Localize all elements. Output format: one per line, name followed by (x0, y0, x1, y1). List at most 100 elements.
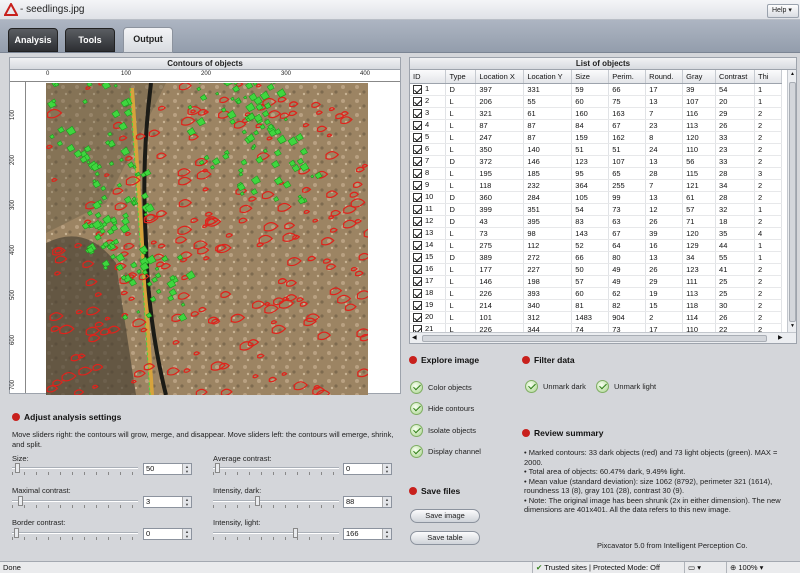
zoom-control[interactable]: ⊕ 100% ▾ (726, 562, 800, 573)
id-cell[interactable]: 2 (410, 95, 447, 108)
table-row[interactable]: 13 L 73 98 143 67 39 120 35 4 (410, 227, 782, 240)
int-dark-spinbox[interactable]: 88 ▲ ▼ (343, 496, 392, 508)
save-image-button[interactable]: Save image (410, 509, 480, 523)
display-channel-option[interactable]: Display channel (410, 445, 481, 458)
border-contrast-slider[interactable] (12, 526, 138, 540)
table-row[interactable]: 3 L 321 61 160 163 7 116 29 2 (410, 107, 782, 120)
row-checkbox[interactable] (413, 204, 422, 214)
table-row[interactable]: 8 L 195 185 95 65 28 115 28 3 (410, 167, 782, 180)
id-cell[interactable]: 14 (410, 239, 447, 252)
id-cell[interactable]: 7 (410, 155, 447, 168)
scroll-up-icon[interactable]: ▲ (789, 71, 796, 79)
id-cell[interactable]: 1 (410, 83, 447, 96)
row-checkbox[interactable] (413, 156, 422, 166)
row-checkbox[interactable] (413, 228, 422, 238)
id-cell[interactable]: 11 (410, 203, 447, 216)
table-row[interactable]: 18 L 226 393 60 62 19 113 25 2 (410, 287, 782, 300)
table-row[interactable]: 6 L 350 140 51 51 24 110 23 2 (410, 143, 782, 156)
column-header[interactable]: Location X (475, 70, 525, 84)
horizontal-scrollbar[interactable]: ◀ ▶ (410, 332, 796, 343)
id-cell[interactable]: 19 (410, 299, 447, 312)
help-button[interactable]: Help ▾ (767, 4, 799, 18)
table-row[interactable]: 7 D 372 146 123 107 13 56 33 2 (410, 155, 782, 168)
tab-tools[interactable]: Tools (65, 28, 115, 52)
id-cell[interactable]: 13 (410, 227, 447, 240)
horizontal-scroll-thumb[interactable] (422, 335, 767, 342)
table-row[interactable]: 5 L 247 87 159 162 8 120 33 2 (410, 131, 782, 144)
table-row[interactable]: 1 D 397 331 59 66 17 39 54 1 (410, 83, 782, 96)
spin-down-icon[interactable]: ▼ (382, 534, 391, 539)
column-header[interactable]: Type (445, 70, 477, 84)
table-row[interactable]: 14 L 275 112 52 64 16 129 44 1 (410, 239, 782, 252)
id-cell[interactable]: 17 (410, 275, 447, 288)
status-tools[interactable]: ▭ ▾ (684, 562, 724, 573)
table-row[interactable]: 11 D 399 351 54 73 12 57 32 1 (410, 203, 782, 216)
avg-contrast-slider[interactable] (213, 461, 339, 475)
column-header[interactable]: Size (571, 70, 610, 84)
id-cell[interactable]: 3 (410, 107, 447, 120)
contours-view[interactable]: 0 100 200 300 400 100 200 300 400 500 60… (9, 69, 401, 395)
row-checkbox[interactable] (413, 132, 422, 142)
row-checkbox[interactable] (413, 120, 422, 130)
row-checkbox[interactable] (413, 192, 422, 202)
id-cell[interactable]: 20 (410, 311, 447, 324)
column-header[interactable]: Perim. (608, 70, 647, 84)
column-header[interactable]: ID (410, 70, 447, 84)
column-header[interactable]: Round. (645, 70, 684, 84)
vertical-scroll-thumb[interactable] (789, 82, 796, 322)
spin-down-icon[interactable]: ▼ (182, 534, 191, 539)
spin-down-icon[interactable]: ▼ (382, 502, 391, 507)
table-row[interactable]: 20 L 101 312 1483 904 2 114 26 2 (410, 311, 782, 324)
save-table-button[interactable]: Save table (410, 531, 480, 545)
spin-down-icon[interactable]: ▼ (382, 469, 391, 474)
row-checkbox[interactable] (413, 252, 422, 262)
table-row[interactable]: 2 L 206 55 60 75 13 107 20 1 (410, 95, 782, 108)
row-checkbox[interactable] (413, 180, 422, 190)
row-checkbox[interactable] (413, 276, 422, 286)
column-header[interactable]: Contrast (715, 70, 756, 84)
int-dark-slider[interactable] (213, 494, 339, 508)
row-checkbox[interactable] (413, 240, 422, 250)
unmark-dark-option[interactable]: Unmark dark (525, 380, 586, 393)
security-zone[interactable]: ✔ Trusted sites | Protected Mode: Off (532, 562, 682, 573)
border-contrast-spinbox[interactable]: 0 ▲ ▼ (143, 528, 192, 540)
tab-output[interactable]: Output (123, 27, 173, 53)
row-checkbox[interactable] (413, 168, 422, 178)
avg-contrast-spinbox[interactable]: 0 ▲ ▼ (343, 463, 392, 475)
row-checkbox[interactable] (413, 84, 422, 94)
vertical-scrollbar[interactable]: ▲ ▼ (787, 70, 796, 332)
int-light-spinbox[interactable]: 166 ▲ ▼ (343, 528, 392, 540)
id-cell[interactable]: 8 (410, 167, 447, 180)
unmark-light-option[interactable]: Unmark light (596, 380, 656, 393)
id-cell[interactable]: 4 (410, 119, 447, 132)
tab-analysis[interactable]: Analysis (8, 28, 58, 52)
id-cell[interactable]: 12 (410, 215, 447, 228)
scroll-right-icon[interactable]: ▶ (778, 334, 783, 341)
table-row[interactable]: 19 L 214 340 81 82 15 118 30 2 (410, 299, 782, 312)
row-checkbox[interactable] (413, 312, 422, 322)
objects-table[interactable]: ID Type Location X Location Y Size Perim. Roun… (409, 69, 797, 344)
row-checkbox[interactable] (413, 108, 422, 118)
row-checkbox[interactable] (413, 264, 422, 274)
row-checkbox[interactable] (413, 216, 422, 226)
id-cell[interactable]: 9 (410, 179, 447, 192)
color-objects-option[interactable]: Color objects (410, 381, 472, 394)
row-checkbox[interactable] (413, 288, 422, 298)
int-light-slider[interactable] (213, 526, 339, 540)
id-cell[interactable]: 18 (410, 287, 447, 300)
table-row[interactable]: 9 L 118 232 364 255 7 121 34 2 (410, 179, 782, 192)
isolate-objects-option[interactable]: Isolate objects (410, 424, 476, 437)
size-spinbox[interactable]: 50 ▲ ▼ (143, 463, 192, 475)
row-checkbox[interactable] (413, 96, 422, 106)
max-contrast-spinbox[interactable]: 3 ▲ ▼ (143, 496, 192, 508)
seedlings-image[interactable] (46, 83, 368, 395)
hide-contours-option[interactable]: Hide contours (410, 402, 474, 415)
table-row[interactable]: 17 L 146 198 57 49 29 111 25 2 (410, 275, 782, 288)
scroll-down-icon[interactable]: ▼ (789, 323, 796, 331)
table-row[interactable]: 4 L 87 87 84 67 23 113 26 2 (410, 119, 782, 132)
id-cell[interactable]: 5 (410, 131, 447, 144)
column-header[interactable]: Gray (682, 70, 717, 84)
id-cell[interactable]: 15 (410, 251, 447, 264)
table-row[interactable]: 16 L 177 227 50 49 26 123 41 2 (410, 263, 782, 276)
id-cell[interactable]: 10 (410, 191, 447, 204)
